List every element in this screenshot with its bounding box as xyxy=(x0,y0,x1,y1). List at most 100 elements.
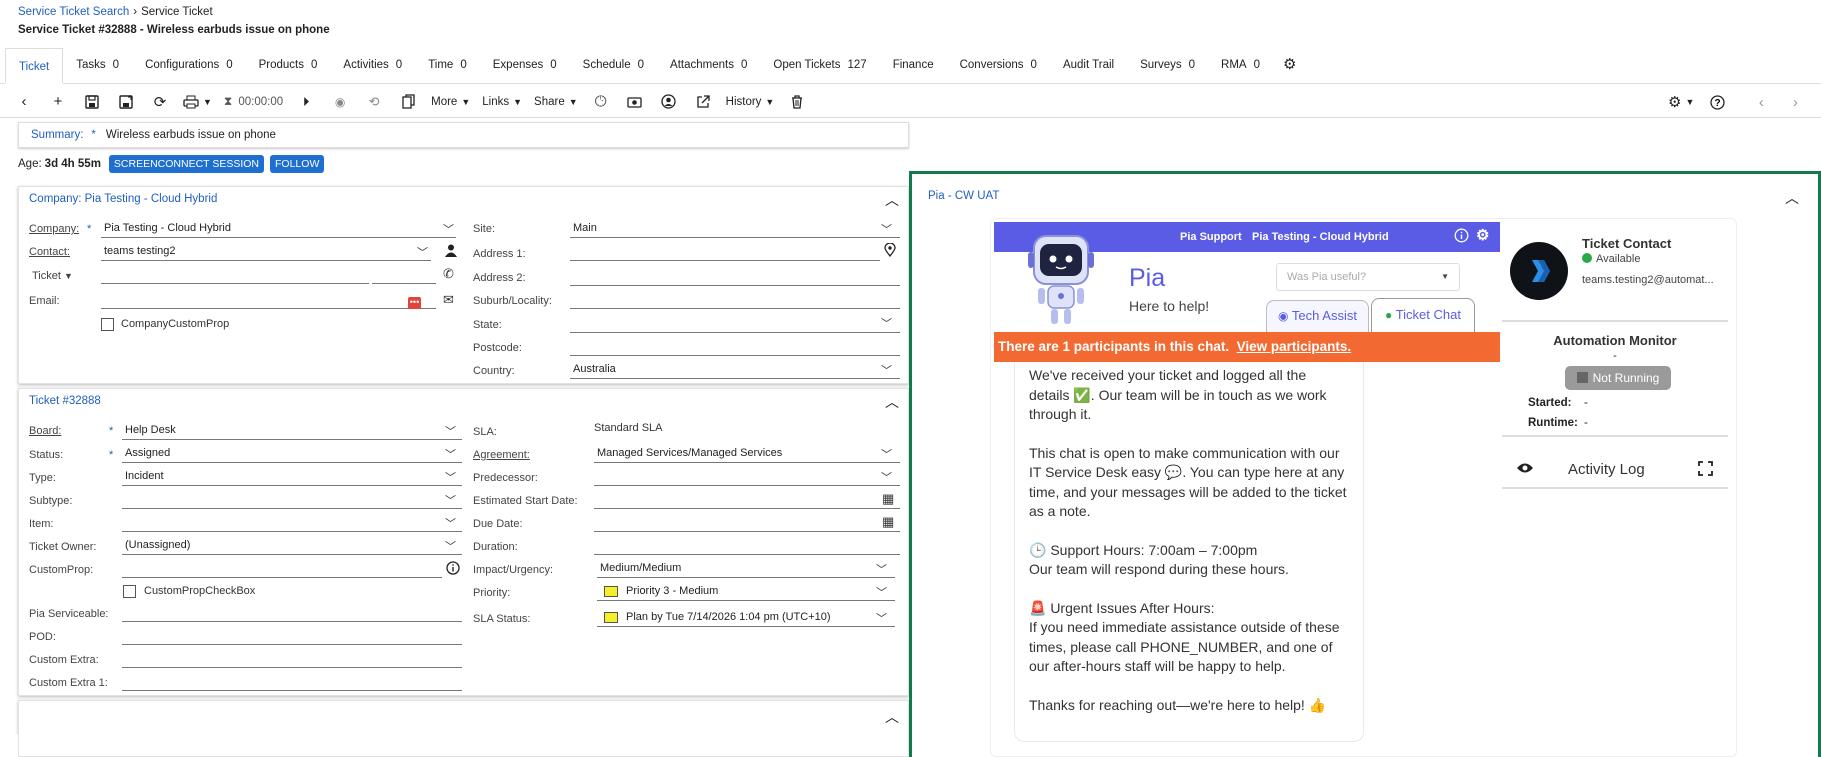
info-icon[interactable] xyxy=(1454,228,1469,246)
tab-conversions[interactable]: Conversions 0 xyxy=(947,47,1050,83)
tab-open-tickets[interactable]: Open Tickets 127 xyxy=(760,47,879,83)
tab-surveys[interactable]: Surveys 0 xyxy=(1127,47,1208,83)
tab-settings-gear-icon[interactable]: ⚙ xyxy=(1273,47,1306,83)
priority-field[interactable]: Priority 3 - Medium xyxy=(597,584,895,601)
print-icon[interactable]: ▼ xyxy=(183,91,212,113)
address1-field[interactable] xyxy=(570,244,880,261)
chevron-down-icon[interactable]: ﹀ xyxy=(881,315,892,331)
email-options-icon[interactable]: ••• xyxy=(408,293,421,309)
reset-timer-icon[interactable]: ⟲ xyxy=(363,91,385,113)
tab-audit-trail[interactable]: Audit Trail xyxy=(1050,47,1127,83)
chevron-down-icon[interactable]: ﹀ xyxy=(881,221,892,237)
calendar-icon[interactable]: ▦ xyxy=(882,514,894,530)
clock-icon[interactable]: 🕒︎ xyxy=(590,91,612,113)
tab-finance[interactable]: Finance xyxy=(880,47,947,83)
status-field[interactable]: Assigned xyxy=(122,446,462,463)
email-field[interactable] xyxy=(101,292,436,309)
custom-prop-checkbox[interactable] xyxy=(123,585,136,598)
tab-activities[interactable]: Activities 0 xyxy=(330,47,415,83)
pia-useful-select[interactable]: Was Pia useful? ▼ xyxy=(1276,263,1460,291)
pia-serviceable-field[interactable] xyxy=(122,605,462,622)
stop-icon[interactable]: ◉ xyxy=(329,91,351,113)
chevron-down-icon[interactable]: ﹀ xyxy=(881,362,892,378)
share-dropdown[interactable]: Share ▼ xyxy=(534,91,578,113)
view-participants-link[interactable]: View participants. xyxy=(1237,339,1352,354)
impact-field[interactable]: Medium/Medium xyxy=(597,561,895,578)
tab-attachments[interactable]: Attachments 0 xyxy=(657,47,760,83)
play-icon[interactable]: ⏵ xyxy=(295,91,317,113)
save-icon[interactable] xyxy=(81,91,103,113)
tab-time[interactable]: Time 0 xyxy=(415,47,480,83)
contact-email[interactable]: teams.testing2@automat... xyxy=(1582,274,1714,286)
pod-field[interactable] xyxy=(122,628,462,645)
chevron-down-icon[interactable]: ﹀ xyxy=(417,244,428,260)
phone-ext-field[interactable] xyxy=(372,267,436,284)
settings-gear-icon[interactable]: ⚙ xyxy=(1476,226,1489,244)
chevron-down-icon[interactable]: ﹀ xyxy=(876,584,887,600)
chevron-down-icon[interactable]: ﹀ xyxy=(876,610,887,626)
duration-field[interactable] xyxy=(594,538,900,555)
phone-field[interactable] xyxy=(101,267,369,284)
chevron-down-icon[interactable]: ﹀ xyxy=(443,221,454,237)
expand-icon[interactable] xyxy=(1698,461,1713,479)
customprop-field[interactable] xyxy=(122,561,442,578)
collapse-chevron-icon[interactable]: ︿ xyxy=(885,392,899,412)
chevron-down-icon[interactable]: ﹀ xyxy=(445,515,456,531)
tab-tech-assist[interactable]: ◉ Tech Assist xyxy=(1266,300,1369,332)
camera-icon[interactable] xyxy=(624,91,646,113)
tab-schedule[interactable]: Schedule 0 xyxy=(570,47,657,83)
custom-extra1-field[interactable] xyxy=(122,674,462,691)
tab-ticket[interactable]: Ticket xyxy=(5,48,64,84)
board-field[interactable]: Help Desk xyxy=(122,423,462,440)
map-pin-icon[interactable] xyxy=(884,242,896,260)
summary-input[interactable]: Wireless earbuds issue on phone xyxy=(106,129,276,141)
chevron-down-icon[interactable]: ﹀ xyxy=(445,538,456,554)
ticket-type-dropdown[interactable]: Ticket ▼ xyxy=(32,270,73,282)
estimated-start-field[interactable] xyxy=(594,492,900,509)
copy-icon[interactable] xyxy=(397,91,419,113)
calendar-icon[interactable]: ▦ xyxy=(882,491,894,507)
collapse-chevron-icon[interactable]: ︿ xyxy=(885,707,899,727)
chevron-down-icon[interactable]: ﹀ xyxy=(445,492,456,508)
tab-products[interactable]: Products 0 xyxy=(246,47,331,83)
next-record-icon[interactable]: › xyxy=(1784,91,1806,113)
follow-button[interactable]: FOLLOW xyxy=(270,155,325,173)
tab-rma[interactable]: RMA 0 xyxy=(1208,47,1273,83)
breadcrumb-parent-link[interactable]: Service Ticket Search xyxy=(18,6,129,18)
collapse-chevron-icon[interactable]: ︿ xyxy=(885,190,899,210)
agreement-field[interactable]: Managed Services/Managed Services xyxy=(594,446,900,463)
help-icon[interactable]: ? xyxy=(1706,91,1728,113)
delete-icon[interactable] xyxy=(786,91,808,113)
company-field[interactable]: Pia Testing - Cloud Hybrid xyxy=(101,221,456,238)
chevron-down-icon[interactable]: ﹀ xyxy=(876,561,887,577)
company-custom-prop-checkbox[interactable] xyxy=(101,318,114,331)
info-icon[interactable] xyxy=(446,561,460,578)
postcode-field[interactable] xyxy=(570,339,900,356)
contact-field[interactable]: teams testing2 xyxy=(101,244,431,261)
envelope-icon[interactable]: ✉ xyxy=(443,292,454,308)
tab-tasks[interactable]: Tasks 0 xyxy=(63,47,132,83)
prev-record-icon[interactable]: ‹ xyxy=(1750,91,1772,113)
back-icon[interactable]: ‹ xyxy=(13,91,35,113)
state-field[interactable] xyxy=(570,316,900,333)
screenconnect-session-button[interactable]: SCREENCONNECT SESSION xyxy=(108,155,265,173)
more-dropdown[interactable]: More ▼ xyxy=(431,91,470,113)
collapse-chevron-icon[interactable]: ︿ xyxy=(1785,188,1799,208)
chevron-down-icon[interactable]: ﹀ xyxy=(445,446,456,462)
type-field[interactable]: Incident xyxy=(122,469,462,486)
external-link-icon[interactable] xyxy=(692,91,714,113)
eye-icon[interactable] xyxy=(1516,462,1534,477)
subtype-field[interactable] xyxy=(122,492,462,509)
predecessor-field[interactable] xyxy=(594,469,900,486)
country-field[interactable]: Australia xyxy=(570,362,900,379)
links-dropdown[interactable]: Links ▼ xyxy=(482,91,522,113)
ticket-owner-field[interactable]: (Unassigned) xyxy=(122,538,462,555)
site-field[interactable]: Main xyxy=(570,221,900,238)
agreement-label[interactable]: Agreement: xyxy=(473,449,530,461)
tab-configurations[interactable]: Configurations 0 xyxy=(132,47,246,83)
save-close-icon[interactable] xyxy=(115,91,137,113)
chevron-down-icon[interactable]: ﹀ xyxy=(445,469,456,485)
custom-extra-field[interactable] xyxy=(122,651,462,668)
item-field[interactable] xyxy=(122,515,462,532)
chevron-down-icon[interactable]: ﹀ xyxy=(445,423,456,439)
